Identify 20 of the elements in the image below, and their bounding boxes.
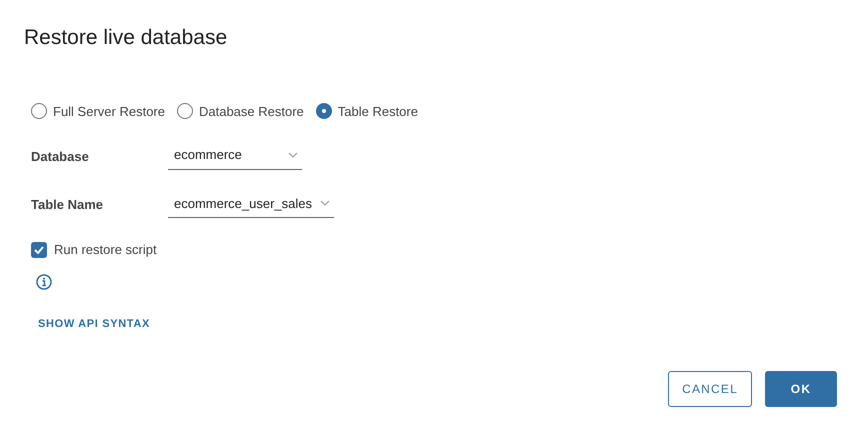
chevron-down-icon xyxy=(288,152,298,158)
ok-button[interactable]: OK xyxy=(765,371,837,407)
chevron-down-icon xyxy=(320,200,330,206)
select-field[interactable]: ecommerce xyxy=(168,143,302,170)
radio-label: Full Server Restore xyxy=(53,102,165,120)
radio-button[interactable] xyxy=(316,103,332,120)
radio-label: Database Restore xyxy=(198,102,304,120)
dialog-title: Restore live database xyxy=(24,25,228,51)
select-field[interactable]: ecommerce_user_sales xyxy=(168,192,334,218)
checkbox-label: Run restore script xyxy=(54,241,157,259)
info-icon[interactable] xyxy=(36,274,52,290)
radio-button[interactable] xyxy=(31,103,47,120)
field-label: Table Name xyxy=(31,196,104,214)
radio-button[interactable] xyxy=(176,103,193,120)
cancel-button[interactable]: CANCEL xyxy=(668,371,752,407)
checkmark-icon xyxy=(34,246,44,254)
radio-label: Table Restore xyxy=(338,102,418,120)
show-api-syntax-link[interactable]: SHOW API SYNTAX xyxy=(38,316,150,332)
checkbox[interactable] xyxy=(31,242,47,258)
field-label: Database xyxy=(31,148,90,166)
